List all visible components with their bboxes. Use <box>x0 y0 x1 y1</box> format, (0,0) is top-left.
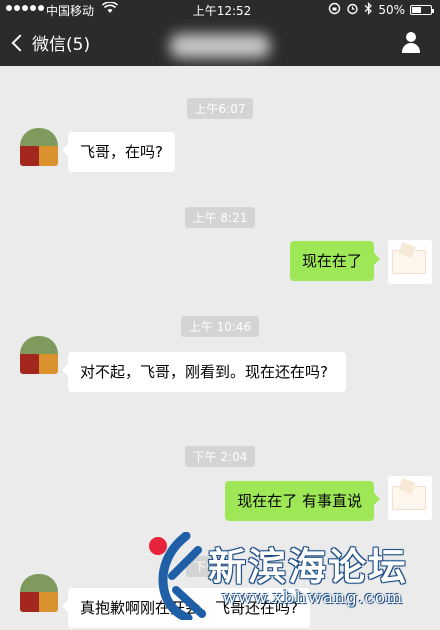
incoming-message[interactable]: 对不起，飞哥，刚看到。现在还在吗? <box>62 352 346 392</box>
nav-bar: 微信(5) <box>0 22 440 66</box>
chat-title-blurred <box>170 34 270 58</box>
chevron-left-icon <box>11 34 29 51</box>
status-bar: 中国移动 上午12:52 50% <box>0 0 440 20</box>
contact-avatar[interactable] <box>20 336 58 374</box>
timestamp: 上午6:07 <box>0 98 440 119</box>
outgoing-message[interactable]: 现在在了 <box>289 241 381 281</box>
timestamp: 上午 8:21 <box>0 207 440 228</box>
signal-dots-icon <box>6 5 44 11</box>
incoming-message[interactable]: 飞哥，在吗? <box>62 132 175 172</box>
top-bar: 中国移动 上午12:52 50% 微信(5) <box>0 0 440 66</box>
my-avatar[interactable] <box>388 240 432 284</box>
battery-icon <box>410 5 434 15</box>
forum-logo-icon <box>149 532 206 620</box>
wifi-icon <box>101 1 119 17</box>
contact-avatar[interactable] <box>20 128 58 166</box>
back-button[interactable]: 微信(5) <box>10 30 90 55</box>
forum-watermark: 新滨海论坛 www.xbhwang.com <box>142 526 440 630</box>
bluetooth-icon <box>364 2 373 18</box>
carrier-label: 中国移动 <box>46 4 95 18</box>
contact-avatar[interactable] <box>20 574 58 612</box>
status-time: 上午12:52 <box>192 4 252 18</box>
timestamp: 下午 2:04 <box>0 446 440 467</box>
watermark-name: 新滨海论坛 <box>208 545 409 589</box>
alarm-icon <box>346 2 359 18</box>
watermark-url: www.xbhwang.com <box>222 588 404 608</box>
contact-profile-icon[interactable] <box>400 32 422 54</box>
back-label: 微信(5) <box>32 35 91 55</box>
outgoing-message[interactable]: 现在在了 有事直说 <box>225 481 380 521</box>
timestamp: 上午 10:46 <box>0 316 440 337</box>
my-avatar[interactable] <box>388 476 432 520</box>
battery-percent: 50% <box>378 3 405 17</box>
lock-rotation-icon <box>328 2 341 18</box>
